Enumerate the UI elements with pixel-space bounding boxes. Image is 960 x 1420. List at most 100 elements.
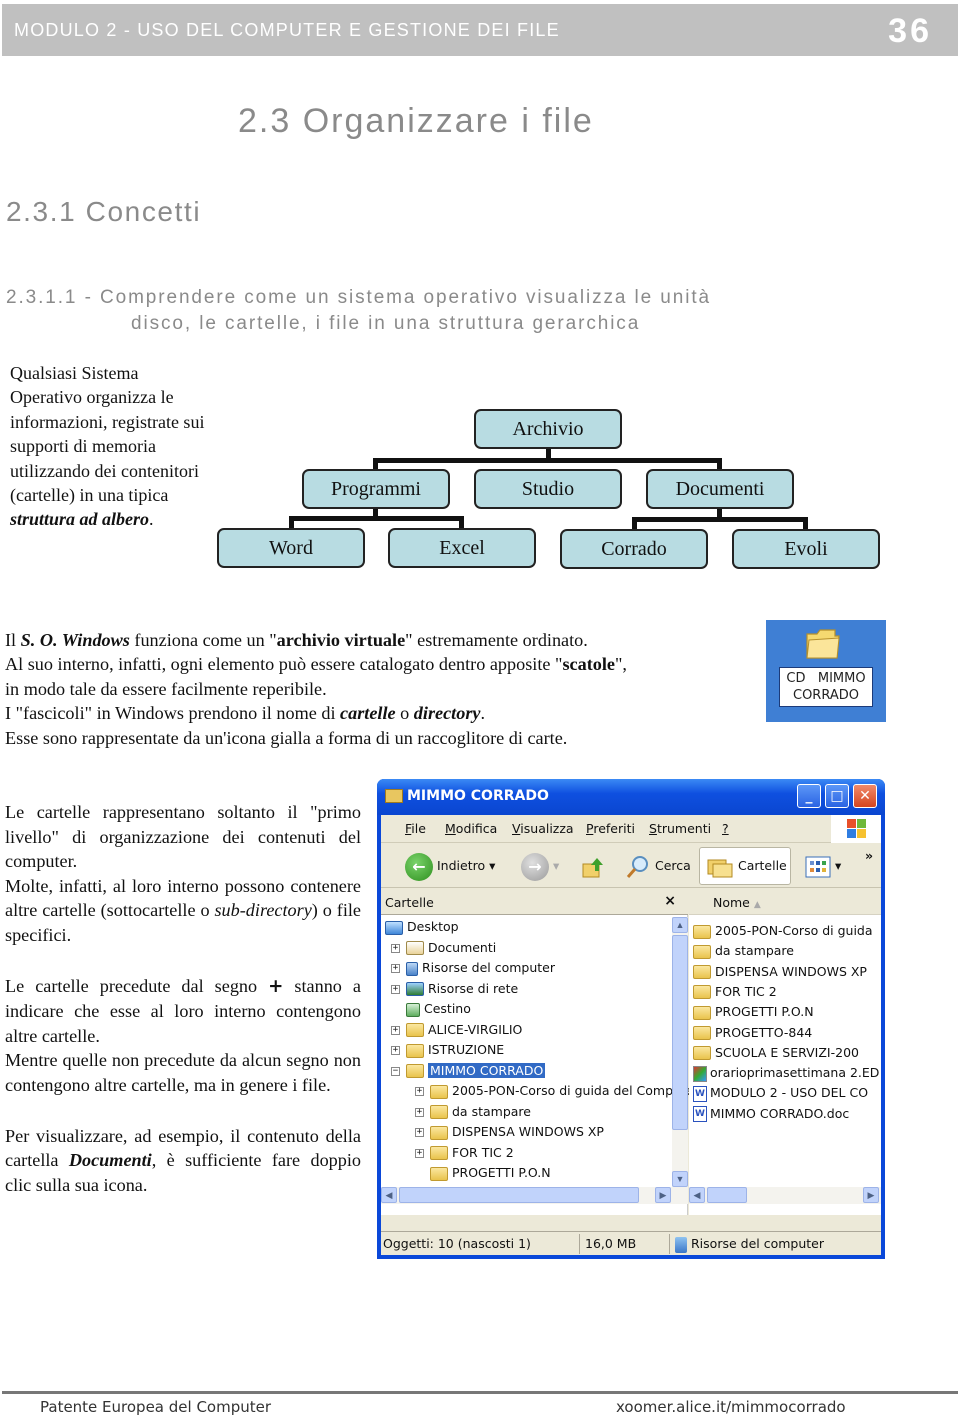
tree-item[interactable]: + Risorse del computer <box>391 958 555 978</box>
tree-item[interactable]: +2005-PON-Corso di guida del Computer- <box>415 1081 702 1101</box>
file-list-item[interactable]: orarioprimasettimana 2.ED <box>693 1063 881 1083</box>
folder-icon <box>430 1146 448 1160</box>
tree-item[interactable]: Desktop <box>385 917 459 937</box>
tree-item[interactable]: − MIMMO CORRADO <box>391 1061 546 1081</box>
file-list-item[interactable]: DISPENSA WINDOWS XP <box>693 962 881 982</box>
folder-icon <box>406 1064 424 1078</box>
folders-pane-header: Cartelle × <box>381 889 688 915</box>
menu-help[interactable]: ? <box>722 821 729 836</box>
tree-item[interactable]: + Documenti <box>391 938 496 958</box>
tree-item[interactable]: + ISTRUZIONE <box>391 1040 504 1060</box>
connector <box>546 449 551 461</box>
views-icon <box>805 856 831 877</box>
window-title: MIMMO CORRADO <box>407 788 549 804</box>
desktop-icon <box>385 920 403 935</box>
tree-item[interactable]: + ALICE-VIRGILIO <box>391 1020 522 1040</box>
title-bar[interactable]: MIMMO CORRADO _ □ ✕ <box>377 779 885 815</box>
expand-icon[interactable]: + <box>391 964 400 973</box>
node-programmi: Programmi <box>302 469 450 509</box>
views-button[interactable]: ▾ <box>805 851 841 881</box>
scroll-down-icon[interactable]: ▼ <box>672 1171 688 1187</box>
item-title-line1: 2.3.1.1 - Comprendere come un sistema op… <box>6 287 711 308</box>
module-title: MODULO 2 - USO DEL COMPUTER E GESTIONE D… <box>14 20 560 40</box>
file-name: SCUOLA E SERVIZI-200 <box>715 1044 859 1060</box>
expand-icon[interactable]: + <box>391 1046 400 1055</box>
file-list-item[interactable]: W MIMMO CORRADO.doc <box>693 1104 881 1124</box>
tree-item[interactable]: PROGETTI P.O.N <box>415 1163 551 1183</box>
folder-icon <box>806 629 840 659</box>
file-list-item[interactable]: PROGETTI P.O.N <box>693 1002 881 1022</box>
back-button[interactable]: ← Indietro ▾ <box>405 851 495 881</box>
file-list-item[interactable]: FOR TIC 2 <box>693 982 881 1002</box>
connector <box>803 517 808 530</box>
expand-icon[interactable]: + <box>415 1087 424 1096</box>
folder-icon <box>693 1005 711 1020</box>
close-pane-icon[interactable]: × <box>664 893 676 909</box>
toolbar-overflow-button[interactable]: » <box>865 841 873 871</box>
tree-item[interactable]: + DISPENSA WINDOWS XP <box>415 1122 604 1142</box>
maximize-button[interactable]: □ <box>825 784 849 808</box>
window-body: File Modifica Visualizza Preferiti Strum… <box>381 815 881 1255</box>
file-list-item[interactable]: 2005-PON-Corso di guida <box>693 921 881 941</box>
folder-icon <box>693 944 711 959</box>
scroll-right-icon[interactable]: ▶ <box>863 1187 879 1203</box>
tree-item[interactable]: + Risorse di rete <box>391 979 518 999</box>
file-list-item[interactable]: W MODULO 2 - USO DEL CO <box>693 1083 881 1103</box>
file-list-item[interactable]: SCUOLA E SERVIZI-200 <box>693 1043 881 1063</box>
folder-icon <box>693 924 711 939</box>
expand-icon[interactable]: + <box>391 943 400 953</box>
file-list-item[interactable]: da stampare <box>693 941 881 961</box>
file-list-item[interactable]: PROGETTO-844 <box>693 1023 881 1043</box>
expand-icon[interactable]: + <box>391 1025 400 1035</box>
tree-item-label: DISPENSA WINDOWS XP <box>452 1124 604 1139</box>
vertical-scrollbar[interactable]: ▲ ▼ <box>672 917 688 1187</box>
toolbar: ← Indietro ▾ → ▾ Cerca Cartelle ▾ » <box>381 844 881 888</box>
scroll-right-icon[interactable]: ▶ <box>655 1187 671 1203</box>
connector <box>289 516 294 530</box>
collapse-icon[interactable]: − <box>391 1066 400 1076</box>
scroll-thumb[interactable] <box>672 935 688 1130</box>
folders-pane: Cartelle × Desktop + Documenti + Risorse del… <box>381 889 702 1215</box>
connector <box>717 508 722 520</box>
up-folder-button[interactable] <box>581 851 605 881</box>
arrow-left-icon: ← <box>405 852 433 881</box>
tree-item[interactable]: + da stampare <box>415 1102 531 1122</box>
horizontal-scrollbar[interactable]: ◀ ▶ <box>689 1187 881 1204</box>
folder-icon <box>693 1046 711 1061</box>
menu-preferiti[interactable]: Preferiti <box>586 821 635 836</box>
close-button[interactable]: ✕ <box>853 784 877 808</box>
explorer-window: MIMMO CORRADO _ □ ✕ File Modifica Visual… <box>377 779 885 1259</box>
status-bar: Oggetti: 10 (nascosti 1) 16,0 MB Risorse… <box>381 1231 881 1255</box>
folders-button[interactable]: Cartelle <box>699 847 791 885</box>
scroll-left-icon[interactable]: ◀ <box>689 1187 705 1203</box>
column-header-name[interactable]: Nome ▲ <box>689 889 881 915</box>
footer-url: xoomer.alice.it/mimmocorrado <box>616 1398 846 1416</box>
scroll-thumb[interactable] <box>399 1187 639 1203</box>
connector <box>632 517 808 522</box>
tree-item[interactable]: + FOR TIC 2 <box>415 1143 514 1163</box>
minimize-button[interactable]: _ <box>797 784 821 808</box>
folder-up-icon <box>582 857 603 877</box>
node-excel: Excel <box>388 528 536 568</box>
menu-file[interactable]: File <box>405 821 426 836</box>
tree-item-label: FOR TIC 2 <box>452 1144 514 1160</box>
expand-icon[interactable]: + <box>415 1107 424 1117</box>
folder-icon <box>406 1043 424 1058</box>
menu-strumenti[interactable]: Strumenti <box>649 821 711 836</box>
expand-icon[interactable]: + <box>391 984 400 994</box>
file-name: MODULO 2 - USO DEL CO <box>710 1085 869 1101</box>
expand-icon[interactable]: + <box>415 1128 424 1137</box>
scroll-up-icon[interactable]: ▲ <box>672 917 688 933</box>
tree-item[interactable]: Cestino <box>391 999 471 1019</box>
horizontal-scrollbar[interactable]: ◀ ▶ <box>381 1187 688 1204</box>
desktop-folder-shortcut[interactable]: CD MIMMO CORRADO <box>766 620 886 722</box>
scroll-left-icon[interactable]: ◀ <box>381 1187 397 1203</box>
expand-icon[interactable]: + <box>415 1148 424 1158</box>
tree-item-label: Risorse di rete <box>428 980 519 996</box>
menu-modifica[interactable]: Modifica <box>445 821 497 836</box>
menu-visualizza[interactable]: Visualizza <box>512 821 574 836</box>
scroll-thumb[interactable] <box>707 1187 747 1203</box>
forward-button[interactable]: → ▾ <box>521 851 559 881</box>
menu-bar: File Modifica Visualizza Preferiti Strum… <box>381 815 881 843</box>
search-button[interactable]: Cerca <box>625 851 691 881</box>
